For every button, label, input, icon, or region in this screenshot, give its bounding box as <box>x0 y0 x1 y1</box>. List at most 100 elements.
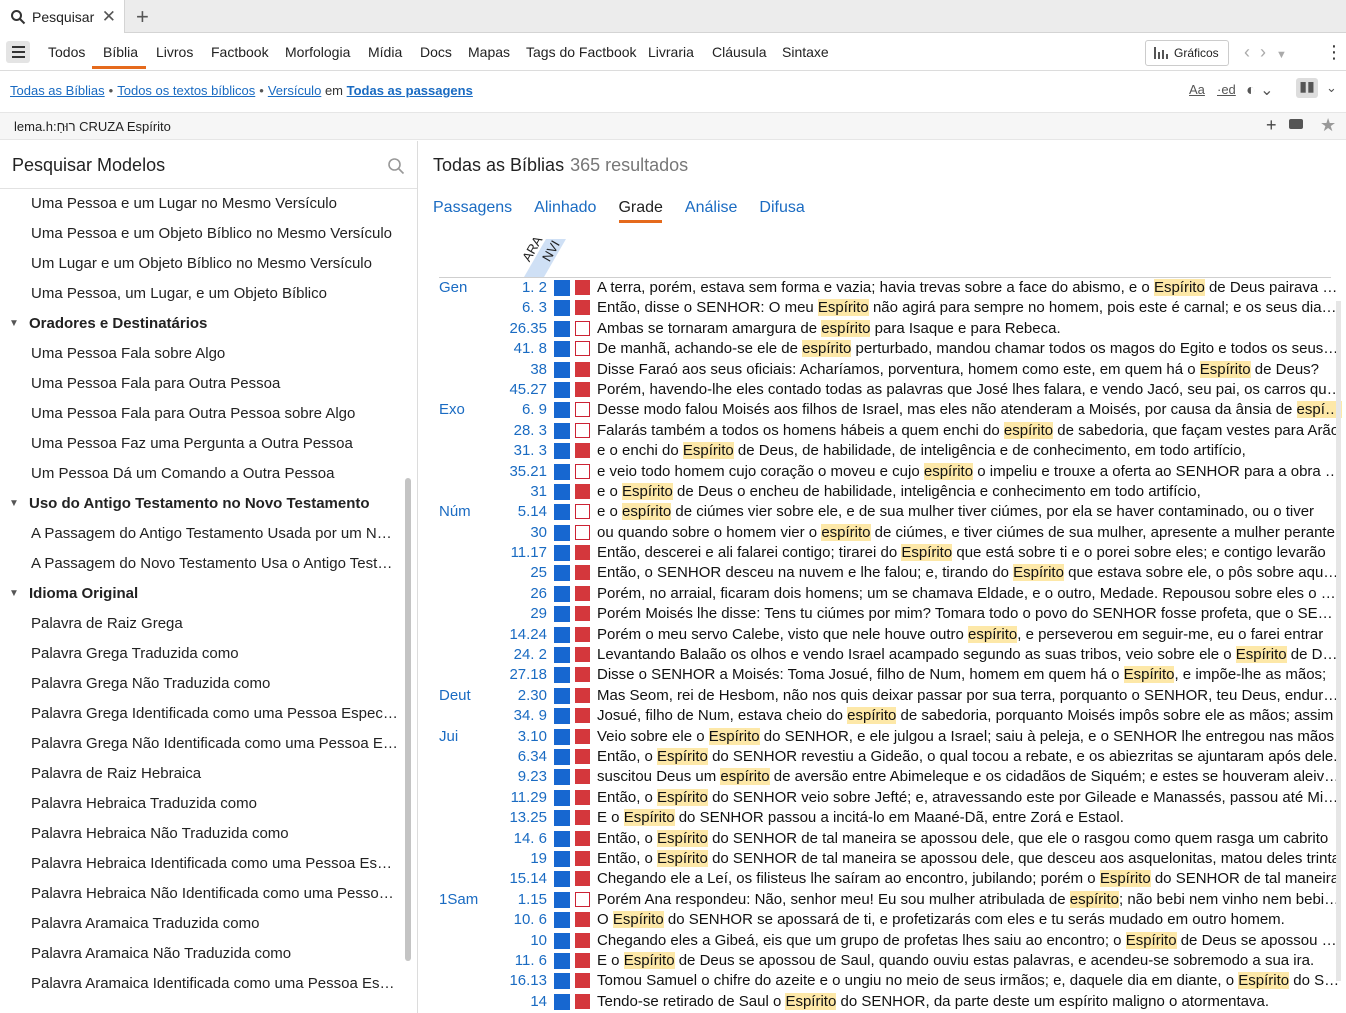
ara-match-cell[interactable] <box>554 483 570 500</box>
tab-analise[interactable]: Análise <box>685 199 737 216</box>
nvi-match-cell[interactable] <box>575 626 590 642</box>
verse-reference[interactable]: 6. 3 <box>479 298 547 318</box>
template-item[interactable]: Palavra Aramaica Traduzida como <box>0 909 398 939</box>
template-item[interactable]: Uma Pessoa e um Lugar no Mesmo Versículo <box>0 189 398 219</box>
verse-reference[interactable]: 26.35 <box>479 319 547 339</box>
menu-morfologia[interactable]: Morfologia <box>285 44 350 60</box>
nvi-match-cell[interactable] <box>575 748 590 764</box>
nvi-match-cell[interactable] <box>575 402 590 418</box>
template-item[interactable]: Um Pessoa Dá um Comando a Outra Pessoa <box>0 459 398 489</box>
menu-midia[interactable]: Mídia <box>368 44 402 60</box>
verse-reference[interactable]: 6. 9 <box>479 400 547 420</box>
chevron-down-icon[interactable]: ▼ <box>9 309 19 339</box>
hamburger-menu-icon[interactable] <box>6 41 30 63</box>
menu-todos[interactable]: Todos <box>48 44 85 60</box>
result-row[interactable]: 14. 6 Então, o Espírito do SENHOR de tal … <box>439 829 1339 849</box>
result-row[interactable]: 9.23 suscitou Deus um espírito de aversão… <box>439 767 1342 787</box>
verse-reference[interactable]: 19 <box>479 849 547 869</box>
ara-match-cell[interactable] <box>554 626 570 643</box>
ara-match-cell[interactable] <box>554 606 570 623</box>
menu-docs[interactable]: Docs <box>420 44 452 60</box>
ara-match-cell[interactable] <box>554 973 570 990</box>
ara-match-cell[interactable] <box>554 952 570 969</box>
verse-reference[interactable]: 38 <box>479 360 547 380</box>
template-item[interactable]: Palavra Aramaica Identificada como uma P… <box>0 969 398 999</box>
result-row[interactable]: Jui 3.10 Veio sobre ele o Espírito do SENH… <box>439 727 1339 747</box>
menu-mapas[interactable]: Mapas <box>468 44 510 60</box>
result-row[interactable]: 1Sam 1.15 Porém Ana respondeu: Não, senhor… <box>439 890 1342 910</box>
ara-match-cell[interactable] <box>554 708 570 725</box>
edition-icon[interactable]: ·ed <box>1217 82 1236 97</box>
template-item[interactable]: Palavra Grega Identificada como uma Pess… <box>0 699 398 729</box>
result-row[interactable]: 10 Chegando eles a Gibeá, eis que um grup… <box>439 931 1342 951</box>
ara-match-cell[interactable] <box>554 422 570 439</box>
nvi-match-cell[interactable] <box>575 810 590 826</box>
ara-match-cell[interactable] <box>554 810 570 827</box>
nvi-match-cell[interactable] <box>575 687 590 703</box>
result-row[interactable]: 13.25 E o Espírito do SENHOR passou a inc… <box>439 808 1339 828</box>
verse-reference[interactable]: 11.29 <box>479 788 547 808</box>
nvi-match-cell[interactable] <box>575 830 590 846</box>
verse-reference[interactable]: 5.14 <box>479 502 547 522</box>
panel-layout-icon[interactable]: ▮▮ <box>1296 78 1318 98</box>
result-row[interactable]: 14.24 Porém o meu servo Calebe, visto que… <box>439 625 1339 645</box>
graficos-button[interactable]: Gráficos <box>1145 40 1229 66</box>
nvi-match-cell[interactable] <box>575 422 590 438</box>
menu-livraria[interactable]: Livraria <box>648 44 694 60</box>
nvi-match-cell[interactable] <box>575 912 590 928</box>
verse-reference[interactable]: 11.17 <box>479 543 547 563</box>
nvi-match-cell[interactable] <box>575 300 590 316</box>
menu-factbook[interactable]: Factbook <box>211 44 269 60</box>
nvi-match-cell[interactable] <box>575 341 590 357</box>
verse-reference[interactable]: 10 <box>479 931 547 951</box>
nvi-match-cell[interactable] <box>575 524 590 540</box>
template-group[interactable]: ▼ Oradores e Destinatários <box>0 309 400 339</box>
history-dropdown-icon[interactable]: ▼ <box>1276 49 1287 61</box>
ara-match-cell[interactable] <box>554 463 570 480</box>
ara-match-cell[interactable] <box>554 830 570 847</box>
more-options-icon[interactable]: ⋮ <box>1325 42 1343 63</box>
nvi-match-cell[interactable] <box>575 647 590 663</box>
ara-match-cell[interactable] <box>554 871 570 888</box>
verse-reference[interactable]: 9.23 <box>479 767 547 787</box>
ara-match-cell[interactable] <box>554 932 570 949</box>
result-row[interactable]: 38 Disse Faraó aos seus oficiais: Acharía… <box>439 360 1339 380</box>
result-row[interactable]: 26.35 Ambas se tornaram amargura de espír… <box>439 319 1339 339</box>
nvi-match-cell[interactable] <box>575 850 590 866</box>
ara-match-cell[interactable] <box>554 341 570 358</box>
nvi-match-cell[interactable] <box>575 993 590 1009</box>
history-nav[interactable]: ‹ › ▼ <box>1244 42 1287 63</box>
nvi-match-cell[interactable] <box>575 667 590 683</box>
visual-filter-icon[interactable]: ◐ ⌄ <box>1246 80 1274 100</box>
menu-sintaxe[interactable]: Sintaxe <box>782 44 829 60</box>
ara-match-cell[interactable] <box>554 748 570 765</box>
tab-grade[interactable]: Grade <box>618 199 662 216</box>
verse-reference[interactable]: 31 <box>479 482 547 502</box>
ara-match-cell[interactable] <box>554 565 570 582</box>
nvi-match-cell[interactable] <box>575 708 590 724</box>
menu-clausula[interactable]: Cláusula <box>712 44 766 60</box>
result-row[interactable]: 14 Tendo-se retirado de Saul o Espírito d… <box>439 992 1339 1012</box>
result-row[interactable]: 35.21 e veio todo homem cujo coração o mo… <box>439 462 1342 482</box>
chevron-down-icon[interactable]: ▼ <box>9 579 19 609</box>
result-row[interactable]: 11. 6 E o Espírito de Deus se apossou de … <box>439 951 1339 971</box>
result-row[interactable]: 31. 3 e o enchi do Espírito de Deus, de h… <box>439 441 1339 461</box>
verse-reference[interactable]: 28. 3 <box>479 421 547 441</box>
result-row[interactable]: 19 Então, o Espírito do SENHOR de tal man… <box>439 849 1340 869</box>
nvi-match-cell[interactable] <box>575 606 590 622</box>
result-row[interactable]: 30 ou quando sobre o homem vier o espírit… <box>439 523 1339 543</box>
result-row[interactable]: 45.27 Porém, havendo-lhe eles contado tod… <box>439 380 1342 400</box>
result-row[interactable]: 27.18 Disse o SENHOR a Moisés: Toma Josué… <box>439 665 1339 685</box>
tab-difusa[interactable]: Difusa <box>759 199 804 216</box>
result-row[interactable]: Deut 2.30 Mas Seom, rei de Hesbom, não nos… <box>439 686 1342 706</box>
ara-match-cell[interactable] <box>554 891 570 908</box>
ara-match-cell[interactable] <box>554 504 570 521</box>
result-row[interactable]: 29 Porém Moisés lhe disse: Tens tu ciúmes… <box>439 604 1342 624</box>
chevron-down-icon[interactable]: ▼ <box>9 489 19 519</box>
nvi-match-cell[interactable] <box>575 871 590 887</box>
verse-reference[interactable]: 15.14 <box>479 869 547 889</box>
result-row[interactable]: 34. 9 Josué, filho de Num, estava cheio d… <box>439 706 1339 726</box>
back-arrow-icon[interactable]: ‹ <box>1244 42 1250 62</box>
template-item[interactable]: Palavra Hebraica Não Traduzida como <box>0 819 398 849</box>
ara-match-cell[interactable] <box>554 647 570 664</box>
